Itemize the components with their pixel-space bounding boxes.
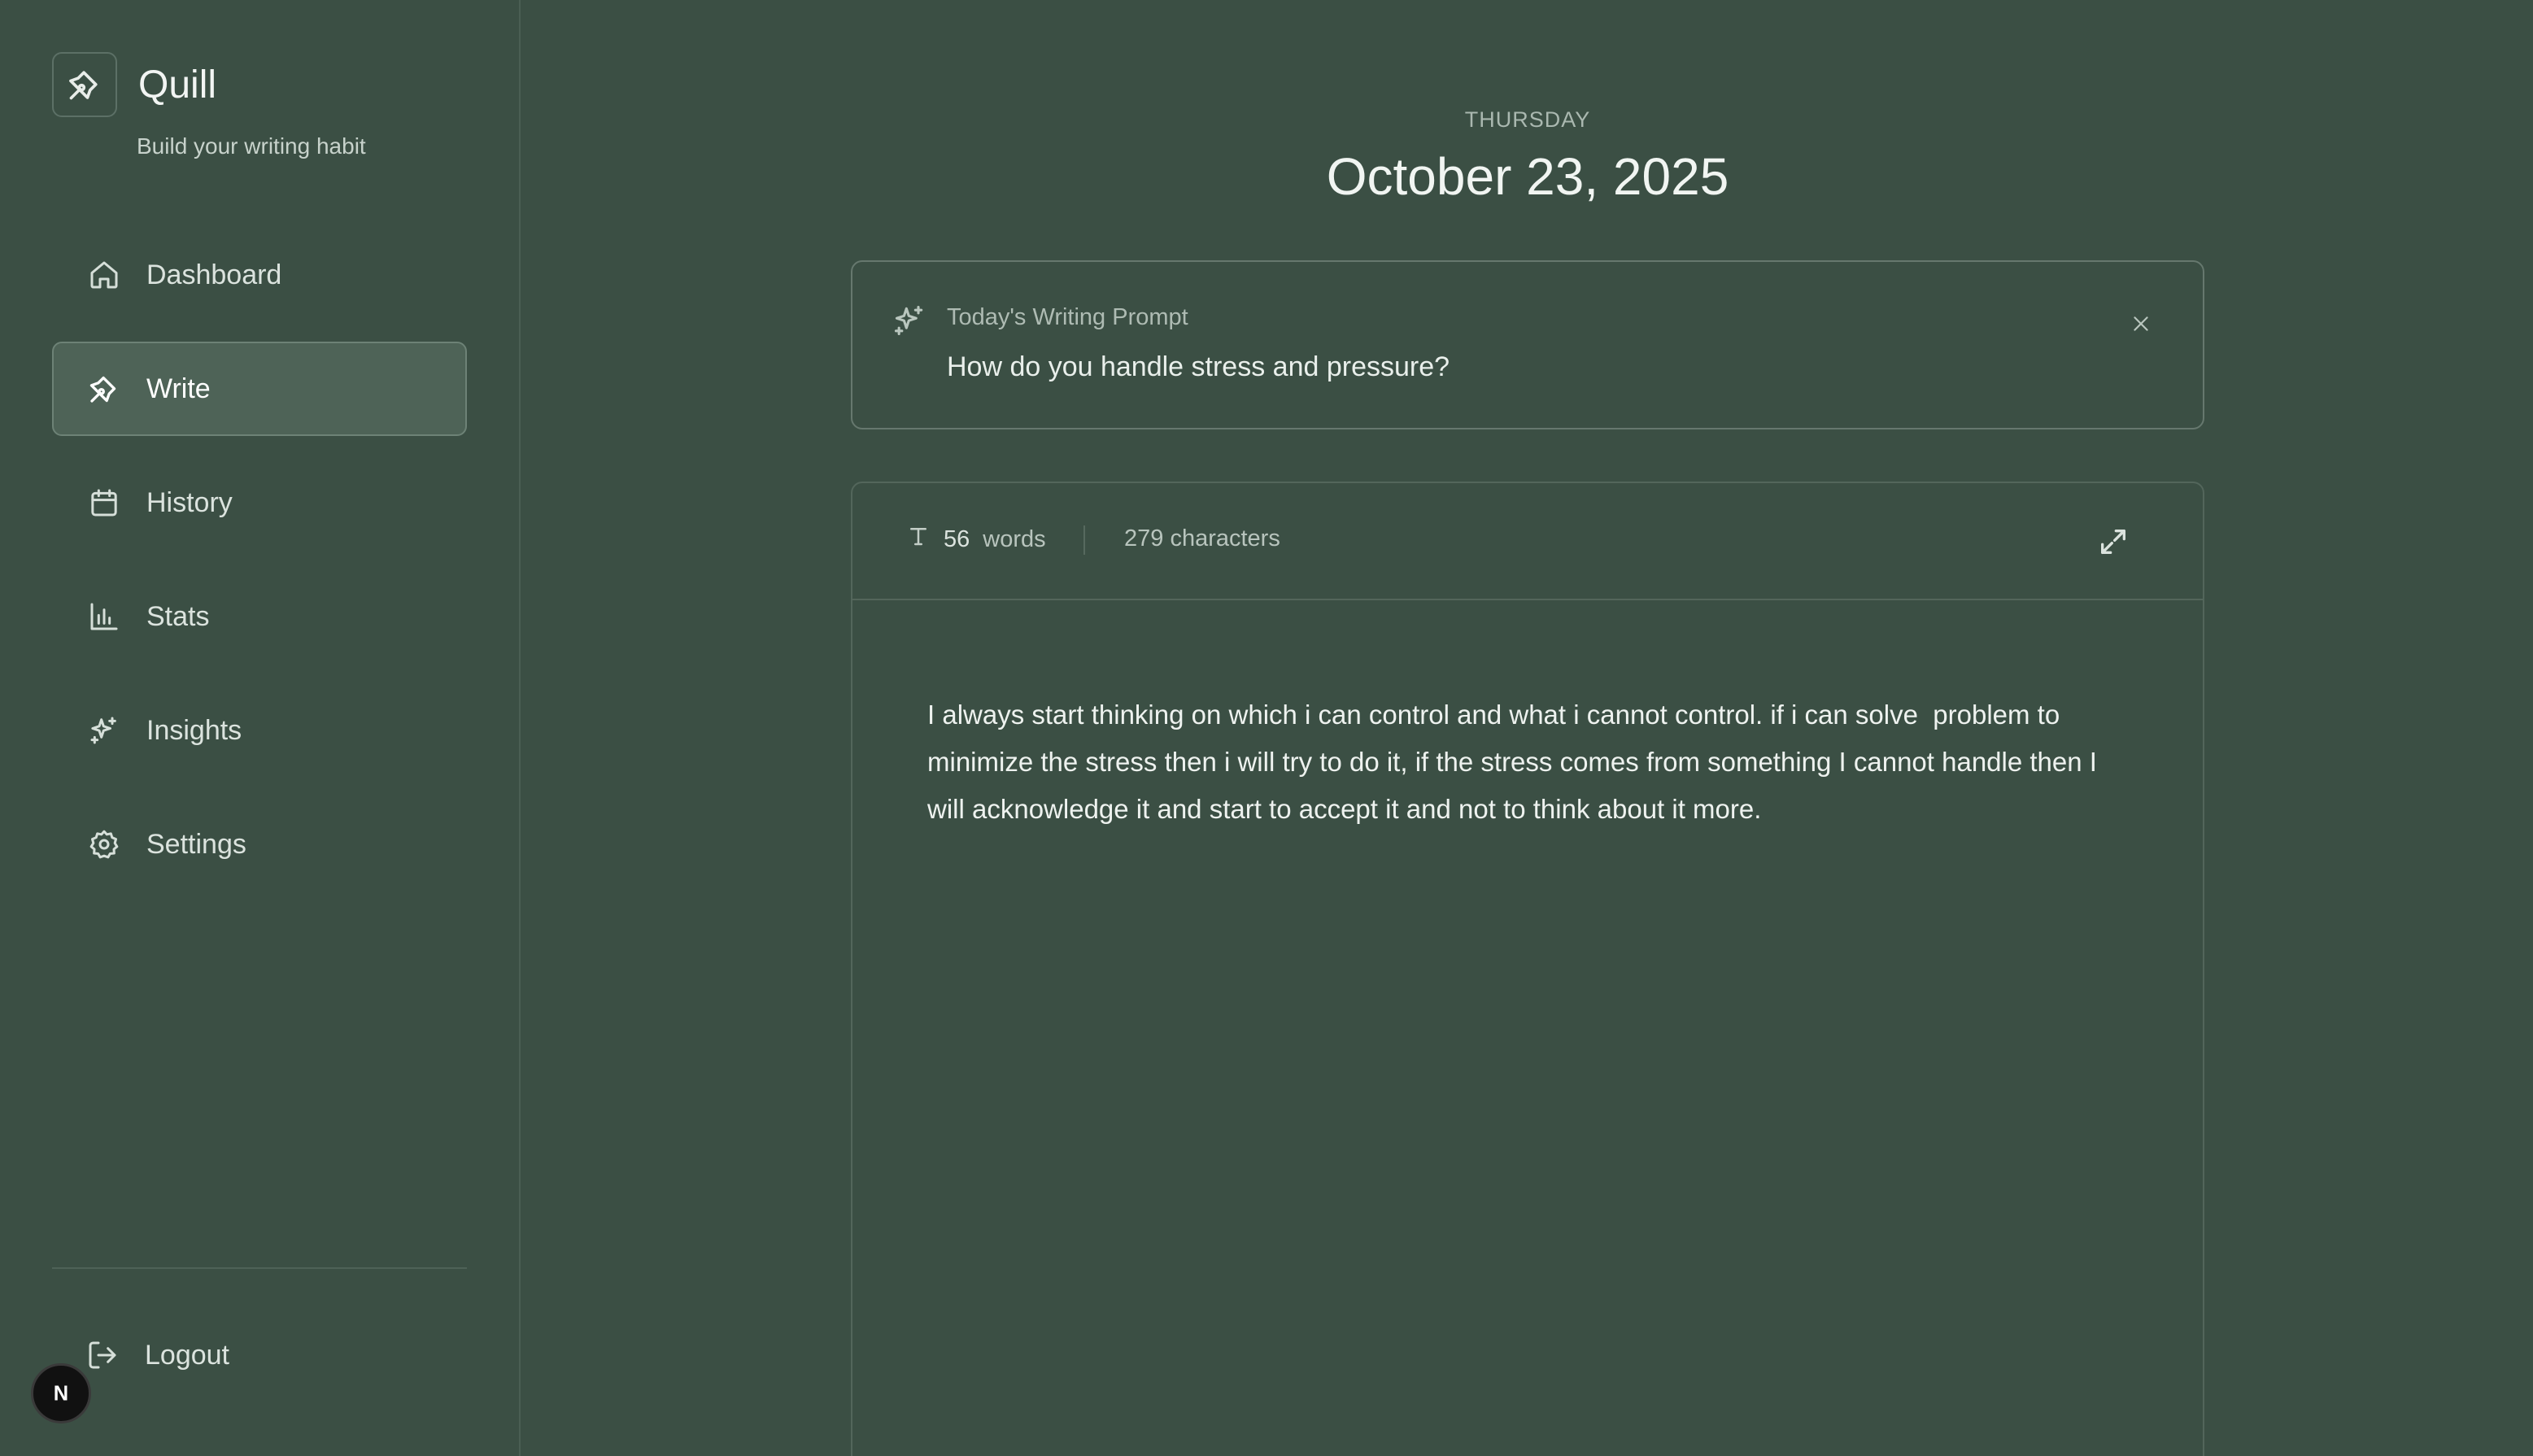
logout-label: Logout [145, 1339, 229, 1371]
text-type-icon [906, 524, 931, 555]
word-count-value: 56 [944, 525, 970, 552]
prompt-text: How do you handle stress and pressure? [947, 351, 1450, 382]
sidebar-item-write[interactable]: Write [52, 342, 467, 436]
editor-card: 56 words 279 characters I always start t… [851, 482, 2204, 1456]
prompt-label: Today's Writing Prompt [947, 304, 1188, 330]
n-logo-icon: N [54, 1383, 68, 1406]
sidebar-item-label: Dashboard [146, 259, 282, 290]
sidebar-item-label: Write [146, 373, 211, 404]
sparkles-icon [892, 303, 927, 342]
sidebar-item-settings[interactable]: Settings [52, 797, 467, 891]
page-date: October 23, 2025 [1326, 147, 1729, 206]
home-icon [86, 257, 122, 293]
dev-badge[interactable]: N [31, 1363, 91, 1423]
quill-logo-icon [52, 52, 117, 117]
app-root: Quill Build your writing habit Dashboard [0, 0, 2533, 1456]
sidebar-item-history[interactable]: History [52, 456, 467, 550]
pen-icon [86, 371, 122, 407]
sidebar-nav: Dashboard Write History Stats Insights S… [52, 228, 467, 911]
stat-divider [1083, 525, 1085, 555]
sidebar-item-dashboard[interactable]: Dashboard [52, 228, 467, 322]
brand: Quill [52, 52, 216, 117]
sidebar-divider [52, 1267, 467, 1269]
sidebar-item-label: Insights [146, 714, 242, 746]
sidebar-item-label: History [146, 486, 233, 518]
logout-icon [85, 1337, 120, 1373]
close-icon[interactable] [2125, 307, 2157, 340]
word-count-label: words [983, 525, 1046, 552]
logout-button[interactable]: Logout [52, 1308, 467, 1402]
gear-icon [86, 826, 122, 862]
brand-tagline: Build your writing habit [137, 133, 366, 159]
journal-text-editor[interactable]: I always start thinking on which i can c… [927, 691, 2131, 1423]
bar-chart-icon [86, 599, 122, 634]
brand-name: Quill [138, 63, 217, 107]
sidebar-item-label: Settings [146, 828, 246, 860]
sidebar-item-label: Stats [146, 600, 210, 632]
writing-prompt-card: Today's Writing Prompt How do you handle… [851, 260, 2204, 429]
sidebar-item-insights[interactable]: Insights [52, 683, 467, 778]
character-count: 279 characters [1124, 525, 1280, 551]
calendar-icon [86, 485, 122, 521]
badge-letter: N [54, 1383, 68, 1406]
sidebar: Quill Build your writing habit Dashboard [0, 0, 521, 1456]
word-count: 56 words [906, 524, 1046, 555]
sparkles-icon [86, 713, 122, 748]
main-content: THURSDAY October 23, 2025 Today's Writin… [522, 0, 2533, 1456]
day-of-week: THURSDAY [1464, 107, 1591, 132]
sidebar-item-stats[interactable]: Stats [52, 569, 467, 664]
editor-toolbar: 56 words 279 characters [852, 483, 2203, 600]
expand-icon[interactable] [2095, 524, 2131, 560]
